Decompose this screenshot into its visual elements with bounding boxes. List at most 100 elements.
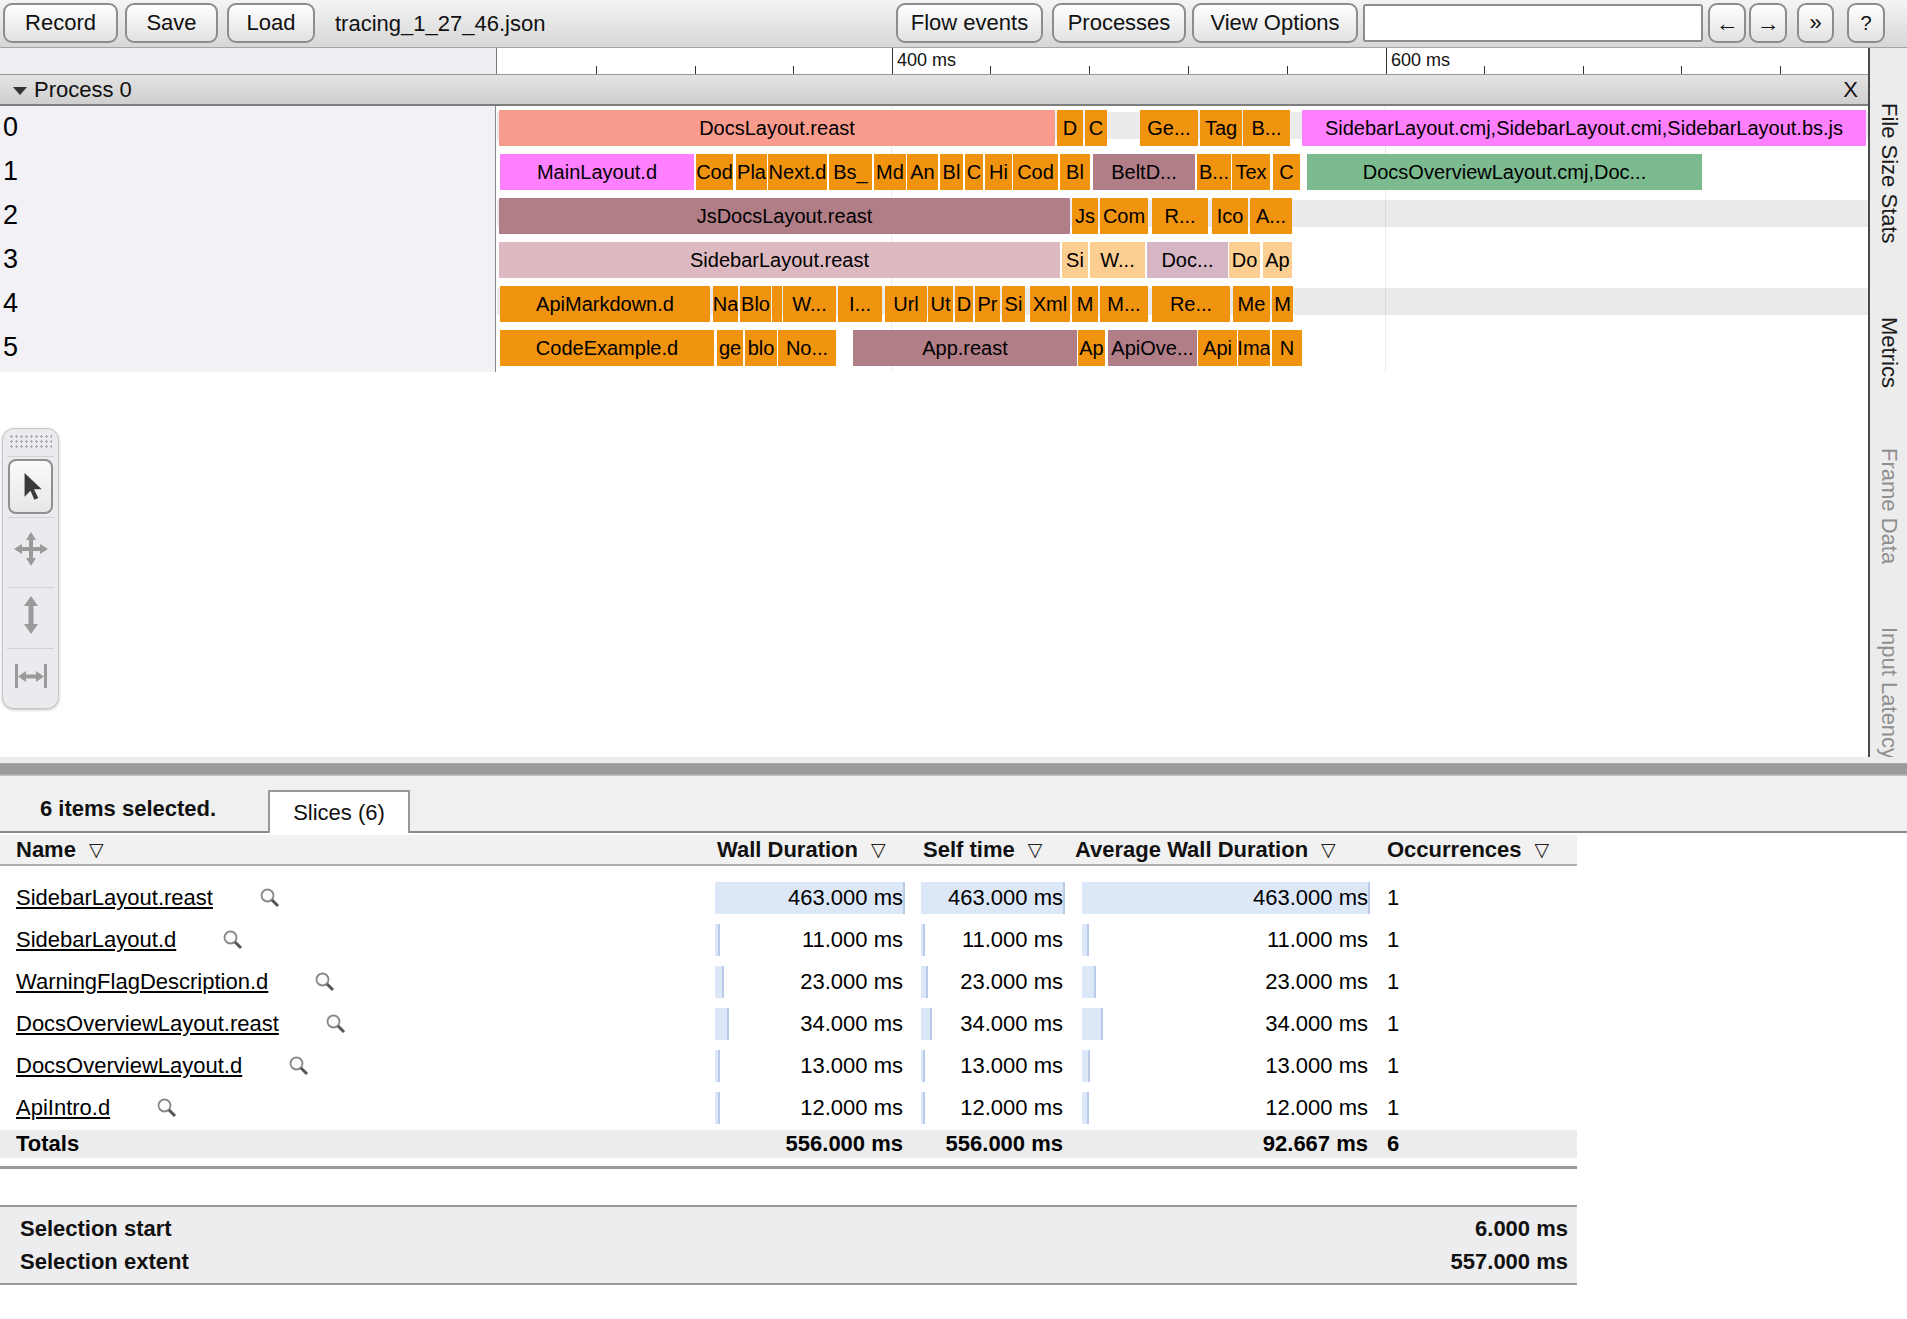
- column-header-wall-duration[interactable]: Wall Duration▽: [717, 835, 886, 864]
- record-button[interactable]: Record: [3, 3, 118, 43]
- trace-slice[interactable]: Re...: [1152, 286, 1230, 322]
- magnifier-icon[interactable]: [288, 1055, 310, 1077]
- magnifier-icon[interactable]: [314, 971, 336, 993]
- timing-tool-button[interactable]: [3, 651, 58, 701]
- trace-slice[interactable]: Cod: [1013, 154, 1058, 190]
- trace-slice[interactable]: A...: [1250, 198, 1292, 234]
- trace-slice[interactable]: Md: [874, 154, 906, 190]
- trace-slice[interactable]: ApiMarkdown.d: [500, 286, 710, 322]
- magnifier-icon[interactable]: [222, 929, 244, 951]
- trace-slice[interactable]: C: [1273, 154, 1300, 190]
- trace-slice[interactable]: Next.d: [768, 154, 827, 190]
- trace-slice[interactable]: Si: [1002, 286, 1025, 322]
- trace-slice[interactable]: B...: [1197, 154, 1231, 190]
- trace-slice[interactable]: C: [1085, 110, 1107, 146]
- trace-slice[interactable]: D: [955, 286, 973, 322]
- side-tab-frame-data[interactable]: Frame Data: [1876, 448, 1902, 564]
- slice-name-link[interactable]: SidebarLayout.reast: [16, 885, 213, 911]
- slice-name-link[interactable]: ApiIntro.d: [16, 1095, 110, 1121]
- trace-slice[interactable]: SidebarLayout.reast: [499, 242, 1060, 278]
- trace-slice[interactable]: I...: [838, 286, 882, 322]
- trace-slice[interactable]: Com: [1100, 198, 1148, 234]
- trace-slice[interactable]: Ap: [1078, 330, 1105, 366]
- panel-splitter[interactable]: [0, 757, 1907, 776]
- trace-slice[interactable]: [772, 286, 782, 322]
- trace-slice[interactable]: Hi: [985, 154, 1012, 190]
- flow-events-button[interactable]: Flow events: [896, 3, 1043, 43]
- trace-slice[interactable]: Na: [713, 286, 738, 322]
- trace-slice[interactable]: B...: [1243, 110, 1290, 146]
- timeline-ruler[interactable]: 400 ms600 ms: [496, 48, 1868, 74]
- trace-slice[interactable]: Ima: [1238, 330, 1270, 366]
- save-button[interactable]: Save: [125, 3, 218, 43]
- slices-tab[interactable]: Slices (6): [268, 790, 410, 833]
- trace-slice[interactable]: Pla: [736, 154, 767, 190]
- trace-slice[interactable]: C: [965, 154, 983, 190]
- side-tab-input-latency[interactable]: Input Latency: [1876, 627, 1902, 759]
- trace-slice[interactable]: DocsLayout.reast: [499, 110, 1055, 146]
- slice-name-link[interactable]: DocsOverviewLayout.reast: [16, 1011, 279, 1037]
- trace-slice[interactable]: CodeExample.d: [500, 330, 714, 366]
- trace-slice[interactable]: Url: [885, 286, 927, 322]
- trace-slice[interactable]: Bl: [940, 154, 963, 190]
- trace-slice[interactable]: Cod: [696, 154, 733, 190]
- trace-slice[interactable]: M: [1072, 286, 1098, 322]
- process-close-button[interactable]: X: [1839, 75, 1862, 104]
- trace-slice[interactable]: Js: [1072, 198, 1098, 234]
- zoom-tool-button[interactable]: [3, 589, 58, 641]
- selection-tool-icon[interactable]: [3, 460, 58, 514]
- trace-slice[interactable]: Bl: [1060, 154, 1090, 190]
- trace-slice[interactable]: M...: [1100, 286, 1148, 322]
- column-header-average-wall-duration[interactable]: Average Wall Duration▽: [1075, 835, 1336, 864]
- trace-slice[interactable]: ge: [717, 330, 743, 366]
- trace-slice[interactable]: N: [1272, 330, 1302, 366]
- view-options-button[interactable]: View Options: [1192, 3, 1358, 43]
- trace-slice[interactable]: Api: [1198, 330, 1237, 366]
- trace-slice[interactable]: Do: [1229, 242, 1260, 278]
- slice-name-link[interactable]: SidebarLayout.d: [16, 927, 176, 953]
- magnifier-icon[interactable]: [156, 1097, 178, 1119]
- trace-slice[interactable]: App.reast: [853, 330, 1077, 366]
- process-header[interactable]: Process 0 X: [0, 74, 1868, 106]
- pan-tool-button[interactable]: [3, 520, 58, 577]
- more-options-button[interactable]: »: [1797, 3, 1834, 43]
- trace-slice[interactable]: JsDocsLayout.reast: [499, 198, 1070, 234]
- magnifier-icon[interactable]: [325, 1013, 347, 1035]
- find-input[interactable]: [1363, 4, 1703, 42]
- trace-slice[interactable]: DocsOverviewLayout.cmj,Doc...: [1307, 154, 1702, 190]
- flame-chart-canvas[interactable]: DocsLayout.reastDCGe...TagB...SidebarLay…: [497, 106, 1868, 372]
- trace-slice[interactable]: W...: [1090, 242, 1145, 278]
- trace-slice[interactable]: No...: [778, 330, 836, 366]
- trace-slice[interactable]: R...: [1152, 198, 1208, 234]
- trace-slice[interactable]: SidebarLayout.cmj,SidebarLayout.cmi,Side…: [1302, 110, 1866, 146]
- slice-name-link[interactable]: WarningFlagDescription.d: [16, 969, 268, 995]
- trace-slice[interactable]: An: [907, 154, 938, 190]
- trace-slice[interactable]: Blo: [740, 286, 771, 322]
- collapse-triangle-icon[interactable]: [13, 87, 27, 95]
- side-tab-metrics[interactable]: Metrics: [1876, 317, 1902, 388]
- palette-grip[interactable]: [9, 434, 52, 450]
- trace-slice[interactable]: Bs_: [829, 154, 872, 190]
- trace-slice[interactable]: Ico: [1212, 198, 1248, 234]
- trace-slice[interactable]: MainLayout.d: [500, 154, 694, 190]
- trace-slice[interactable]: Tex: [1232, 154, 1270, 190]
- trace-slice[interactable]: Ut: [928, 286, 953, 322]
- column-header-name[interactable]: Name▽: [16, 835, 104, 864]
- trace-slice[interactable]: Pr: [975, 286, 1000, 322]
- trace-slice[interactable]: Ge...: [1140, 110, 1198, 146]
- trace-slice[interactable]: blo: [745, 330, 777, 366]
- column-header-self-time[interactable]: Self time▽: [923, 835, 1042, 864]
- slice-name-link[interactable]: DocsOverviewLayout.d: [16, 1053, 242, 1079]
- trace-slice[interactable]: M: [1272, 286, 1293, 322]
- trace-slice[interactable]: Si: [1062, 242, 1088, 278]
- trace-slice[interactable]: Xml: [1030, 286, 1070, 322]
- trace-slice[interactable]: Doc...: [1147, 242, 1228, 278]
- help-button[interactable]: ?: [1847, 3, 1885, 43]
- magnifier-icon[interactable]: [259, 887, 281, 909]
- trace-slice[interactable]: Tag: [1200, 110, 1242, 146]
- load-button[interactable]: Load: [227, 3, 315, 43]
- trace-slice[interactable]: Me: [1233, 286, 1270, 322]
- trace-slice[interactable]: ApiOve...: [1108, 330, 1197, 366]
- column-header-occurrences[interactable]: Occurrences▽: [1387, 835, 1549, 864]
- trace-slice[interactable]: BeltD...: [1093, 154, 1195, 190]
